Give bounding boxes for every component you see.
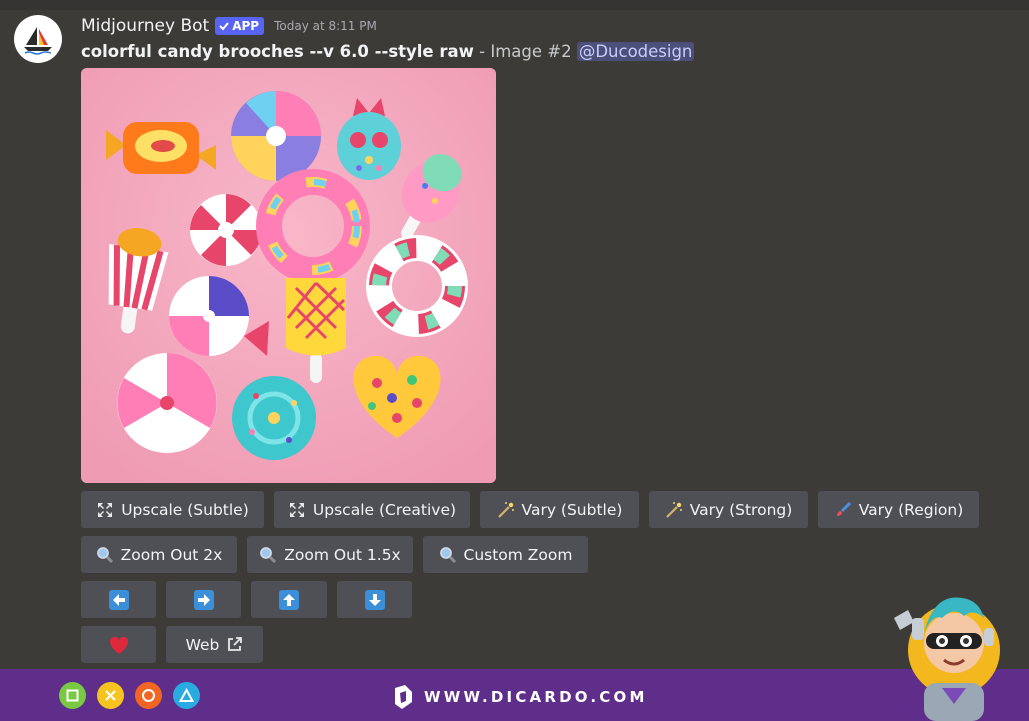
- dicardo-logo-icon: [395, 685, 412, 709]
- paintbrush-icon: [834, 501, 852, 519]
- app-badge-label: APP: [232, 19, 260, 33]
- zoom-out-2x-button[interactable]: Zoom Out 2x: [81, 536, 237, 573]
- pan-up-button[interactable]: [251, 581, 327, 618]
- magic-wand-icon: [497, 501, 515, 519]
- generated-image[interactable]: [81, 68, 496, 483]
- arrow-up-icon: [279, 589, 299, 610]
- magic-wand-icon: [665, 501, 683, 519]
- prompt-bold: colorful candy brooches --v 6.0 --style …: [81, 42, 474, 61]
- checkmark-icon: [219, 22, 229, 31]
- magnifier-icon: [439, 546, 457, 564]
- pan-right-button[interactable]: [166, 581, 241, 618]
- upscale-creative-label: Upscale (Creative): [312, 500, 457, 519]
- custom-zoom-button[interactable]: Custom Zoom: [423, 536, 588, 573]
- custom-zoom-label: Custom Zoom: [463, 545, 573, 564]
- pan-left-button[interactable]: [81, 581, 156, 618]
- bot-name[interactable]: Midjourney Bot: [81, 16, 209, 36]
- top-strip: [0, 0, 1029, 10]
- app-badge: APP: [215, 17, 265, 35]
- triangle-icon: [173, 682, 200, 709]
- user-mention[interactable]: @Ducodesign: [576, 42, 695, 61]
- arrow-down-icon: [364, 589, 385, 610]
- magnifier-icon: [259, 546, 277, 564]
- upscale-subtle-button[interactable]: Upscale (Subtle): [81, 491, 264, 528]
- upscale-subtle-label: Upscale (Subtle): [121, 500, 249, 519]
- zoom-out-1-5x-label: Zoom Out 1.5x: [284, 545, 401, 564]
- arrow-left-icon: [108, 589, 129, 610]
- expand-icon: [96, 501, 114, 519]
- mascot-character-icon: [894, 597, 1024, 721]
- vary-strong-button[interactable]: Vary (Strong): [649, 491, 808, 528]
- bot-avatar[interactable]: [14, 15, 62, 63]
- external-link-icon: [228, 637, 243, 651]
- pan-down-button[interactable]: [337, 581, 412, 618]
- prompt-suffix: - Image #2: [473, 42, 577, 61]
- brand-logo[interactable]: WWW.DICARDO.COM: [392, 684, 648, 710]
- expand-icon: [288, 501, 306, 519]
- sailboat-icon: [24, 27, 52, 55]
- cross-icon: [97, 682, 124, 709]
- prompt-text: colorful candy brooches --v 6.0 --style …: [81, 42, 695, 61]
- zoom-out-1-5x-button[interactable]: Zoom Out 1.5x: [247, 536, 413, 573]
- favorite-button[interactable]: [81, 626, 156, 663]
- vary-subtle-label: Vary (Subtle): [521, 500, 623, 519]
- heart-icon: [109, 636, 128, 654]
- upscale-creative-button[interactable]: Upscale (Creative): [274, 491, 470, 528]
- square-icon: [59, 682, 86, 709]
- arrow-right-icon: [193, 589, 214, 610]
- message-header: Midjourney Bot APP Today at 8:11 PM: [81, 16, 377, 36]
- timestamp: Today at 8:11 PM: [274, 19, 377, 33]
- brand-text: WWW.DICARDO.COM: [424, 688, 648, 706]
- candy-brooches-illustration: [81, 68, 496, 483]
- vary-subtle-button[interactable]: Vary (Subtle): [480, 491, 639, 528]
- magnifier-icon: [96, 546, 114, 564]
- web-link-button[interactable]: Web: [166, 626, 263, 663]
- vary-strong-label: Vary (Strong): [689, 500, 793, 519]
- vary-region-button[interactable]: Vary (Region): [818, 491, 979, 528]
- vary-region-label: Vary (Region): [858, 500, 964, 519]
- web-link-label: Web: [185, 635, 220, 654]
- circle-icon: [135, 682, 162, 709]
- zoom-out-2x-label: Zoom Out 2x: [120, 545, 223, 564]
